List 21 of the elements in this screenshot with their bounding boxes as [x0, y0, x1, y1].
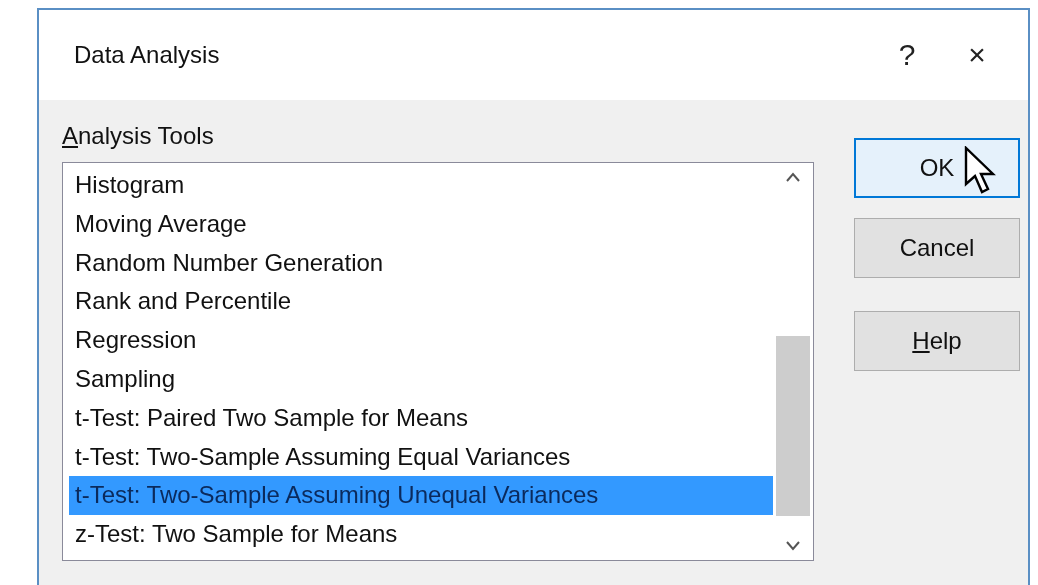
dialog-button[interactable]: Cancel [854, 218, 1020, 278]
scroll-thumb[interactable] [776, 336, 810, 516]
list-item[interactable]: z-Test: Two Sample for Means [69, 515, 773, 554]
list-item[interactable]: Rank and Percentile [69, 282, 773, 322]
list-item[interactable]: Regression [69, 321, 773, 360]
list-item[interactable]: Sampling [69, 360, 773, 399]
list-label: Analysis Tools [62, 121, 214, 151]
list-item[interactable]: Random Number Generation [69, 243, 773, 283]
scroll-up-icon[interactable] [785, 171, 801, 183]
tools-list[interactable] [62, 162, 814, 561]
list-item[interactable]: t-Test: Two-Sample Assuming Equal Variances [69, 437, 773, 477]
dialog-button[interactable]: OK [854, 138, 1020, 198]
scroll-down-icon[interactable] [785, 540, 801, 552]
list-item[interactable]: t-Test: Paired Two Sample for Means [69, 398, 773, 438]
help-button[interactable]: ? [872, 39, 942, 71]
window-title: Data Analysis [74, 40, 221, 70]
list-item[interactable]: Moving Average [69, 204, 773, 244]
list-item[interactable]: Histogram [69, 166, 773, 205]
close-button[interactable]: × [942, 39, 1012, 71]
list-item[interactable]: t-Test: Two-Sample Assuming Unequal Variances [69, 476, 773, 516]
dialog-button[interactable]: Help [854, 311, 1020, 371]
